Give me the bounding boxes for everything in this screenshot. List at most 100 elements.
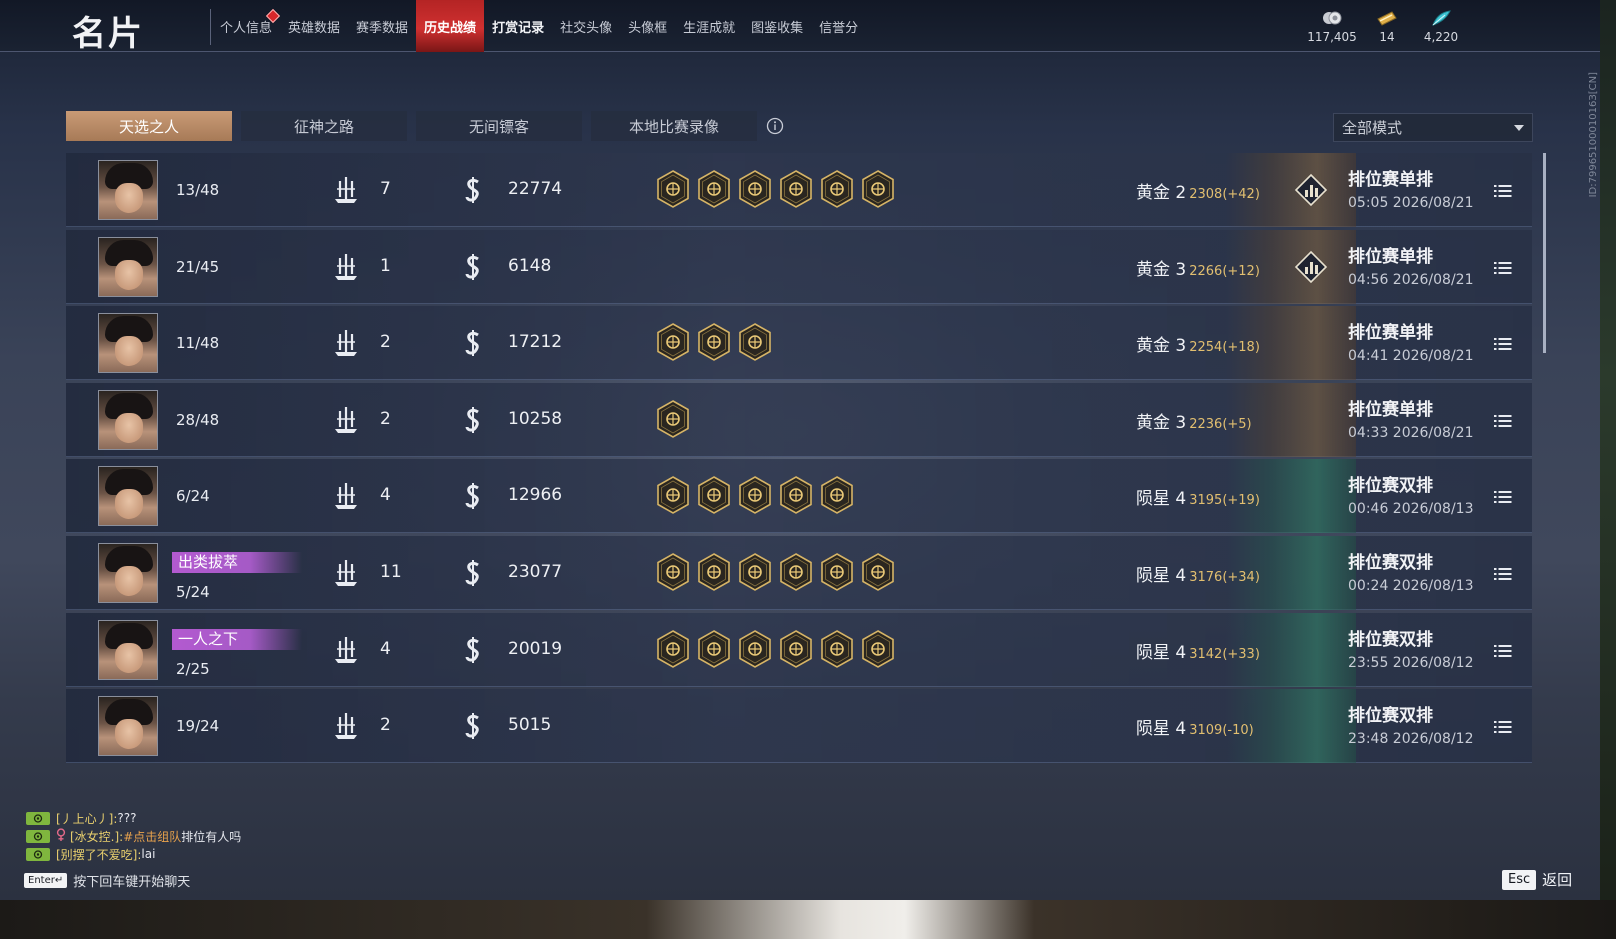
money-icon: [462, 481, 484, 515]
match-detail-list-icon[interactable]: [1494, 566, 1512, 585]
tab-label: 本地比赛录像: [628, 117, 719, 136]
chat-input-hint[interactable]: Enter↵ 按下回车键开始聊天: [24, 871, 190, 890]
achievement-badge-icon[interactable]: [779, 170, 813, 208]
match-time: 23:48 2026/08/12: [1348, 731, 1474, 748]
match-row[interactable]: 一人之下 2/25 4 20019 陨星 4 3142(+33) 排位赛双排 23:55 20…: [66, 612, 1532, 687]
rank-change-emblem-icon: [1294, 250, 1328, 288]
match-detail-list-icon[interactable]: [1494, 260, 1512, 279]
list-scrollbar[interactable]: [1543, 153, 1546, 353]
rank-change-emblem-icon: [1294, 173, 1328, 211]
achievement-badge-icon[interactable]: [656, 629, 690, 668]
match-time: 04:33 2026/08/21: [1348, 424, 1474, 441]
chat-text: 排位有人吗: [181, 829, 242, 844]
kills-count: 11: [380, 561, 402, 582]
achievement-badge-icon[interactable]: [656, 323, 690, 362]
match-row[interactable]: 11/48 2 17212 黄金 3 2254(+18) 排位赛单排 04:41 2026/…: [66, 306, 1532, 381]
nav-tab-label: 头像框: [628, 20, 668, 36]
achievement-badge-icon[interactable]: [738, 170, 772, 208]
back-label: 返回: [1542, 871, 1573, 889]
nav-tab-label: 打赏记录: [492, 20, 545, 36]
nav-tab-profile-info[interactable]: 个人信息: [212, 0, 281, 52]
match-row[interactable]: 21/45 1 6148 黄金 3 2266(+12) 排位赛单排 04:56 2026/0…: [66, 229, 1532, 304]
achievement-badge-icon[interactable]: [861, 553, 895, 591]
match-mode: 排位赛单排: [1348, 399, 1433, 420]
achievement-badge-icon[interactable]: [697, 553, 731, 591]
achievement-badge-icon[interactable]: [738, 629, 772, 668]
achievement-badge-icon[interactable]: [820, 170, 854, 208]
rank-tier: 陨星 4 3176(+34): [1136, 561, 1260, 586]
money-icon: [462, 635, 484, 669]
tab-escort[interactable]: 无间镖客: [416, 111, 582, 141]
match-row[interactable]: 28/48 2 10258 黄金 3 2236(+5) 排位赛单排 04:33 2026/0…: [66, 382, 1532, 457]
back-button[interactable]: Esc 返回: [1502, 869, 1572, 890]
match-detail-list-icon[interactable]: [1494, 489, 1512, 508]
mode-filter-dropdown[interactable]: 全部模式: [1333, 113, 1533, 142]
achievement-badge-icon[interactable]: [738, 476, 772, 515]
join-team-link[interactable]: #点击组队: [123, 828, 181, 845]
achievement-badge-icon[interactable]: [820, 553, 854, 591]
match-row[interactable]: 13/48 7 22774 黄金 2 2308(+42) 排位赛单排 05:05 2026/…: [66, 153, 1532, 227]
achievement-badge-icon[interactable]: [656, 170, 690, 208]
match-row[interactable]: 19/24 2 5015 陨星 4 3109(-10) 排位赛双排 23:48 2026/0…: [66, 689, 1532, 763]
achievement-badge-icon[interactable]: [779, 476, 813, 515]
chat-sender[interactable]: [冰女控.]:: [70, 828, 123, 845]
nav-tab-label: 社交头像: [560, 20, 613, 36]
nav-tab-label: 生涯成就: [683, 20, 736, 36]
achievement-badge-icon[interactable]: [779, 629, 813, 668]
nav-tab-avatar-frame[interactable]: 头像框: [620, 0, 675, 52]
rank-tier: 陨星 4 3109(-10): [1136, 714, 1254, 739]
nav-tab-season-data[interactable]: 赛季数据: [348, 0, 416, 52]
tab-local-replays[interactable]: 本地比赛录像: [591, 111, 757, 141]
nav-tab-tip-records[interactable]: 打赏记录: [484, 0, 552, 52]
achievement-badge-icon[interactable]: [697, 170, 731, 208]
achievement-badge-icon[interactable]: [697, 629, 731, 668]
achievement-badge-icon[interactable]: [779, 553, 813, 591]
nav-tab-match-history[interactable]: 历史战绩: [416, 0, 485, 52]
chat-message: [冰女控.]: #点击组队 排位有人吗: [26, 827, 241, 845]
info-icon[interactable]: [766, 117, 784, 139]
achievement-badge-icon[interactable]: [861, 629, 895, 668]
match-detail-list-icon[interactable]: [1494, 413, 1512, 432]
achievement-badge-icon[interactable]: [656, 399, 690, 438]
achievement-badges: [656, 170, 895, 208]
achievement-badge-icon[interactable]: [656, 553, 690, 591]
match-mode: 排位赛双排: [1348, 706, 1433, 727]
tab-label: 无间镖客: [468, 117, 529, 136]
match-detail-list-icon[interactable]: [1494, 719, 1512, 738]
nav-tab-social-avatar[interactable]: 社交头像: [552, 0, 620, 52]
chat-sender[interactable]: [丿上心丿]:: [56, 810, 117, 827]
achievement-badge-icon[interactable]: [697, 476, 731, 515]
match-time: 05:05 2026/08/21: [1348, 195, 1474, 211]
nav-tab-reputation[interactable]: 信誉分: [811, 0, 866, 52]
achievement-badge-icon[interactable]: [861, 170, 895, 208]
kills-count: 4: [380, 638, 391, 659]
player-avatar: [98, 696, 158, 757]
nav-tab-hero-data[interactable]: 英雄数据: [280, 0, 348, 52]
rank-tier: 黄金 3 2266(+12): [1136, 255, 1260, 280]
nav-tab-collection[interactable]: 图鉴收集: [743, 0, 811, 52]
match-detail-list-icon[interactable]: [1494, 643, 1512, 662]
tab-chosen-one[interactable]: 天选之人: [66, 111, 232, 141]
match-row[interactable]: 6/24 4 12966 陨星 4 3195(+19) 排位赛双排 00:46 2026/0…: [66, 459, 1532, 534]
match-detail-list-icon[interactable]: [1494, 183, 1512, 202]
achievement-badge-icon[interactable]: [697, 323, 731, 362]
achievement-badge-icon[interactable]: [820, 629, 854, 668]
match-time: 00:46 2026/08/13: [1348, 501, 1474, 518]
kills-count: 2: [380, 715, 391, 736]
rank-tier: 黄金 2 2308(+42): [1136, 178, 1260, 203]
tab-road-to-god[interactable]: 征神之路: [241, 111, 407, 141]
player-avatar: [98, 466, 158, 527]
feather-icon: [1430, 8, 1452, 28]
money-earned: 17212: [508, 332, 563, 353]
chat-sender[interactable]: [别摆了不爱吃]:: [56, 846, 141, 863]
match-detail-list-icon[interactable]: [1494, 336, 1512, 355]
chat-text: lai: [141, 847, 156, 861]
match-row[interactable]: 出类拔萃 5/24 11 23077 陨星 4 3176(+34) 排位赛双排 00:24 2…: [66, 535, 1532, 610]
achievement-badge-icon[interactable]: [738, 553, 772, 591]
nav-tab-career-achievements[interactable]: 生涯成就: [675, 0, 743, 52]
achievement-badge-icon[interactable]: [738, 323, 772, 362]
money-icon: [462, 252, 484, 286]
money-icon: [462, 711, 484, 745]
achievement-badge-icon[interactable]: [656, 476, 690, 515]
achievement-badge-icon[interactable]: [820, 476, 854, 515]
